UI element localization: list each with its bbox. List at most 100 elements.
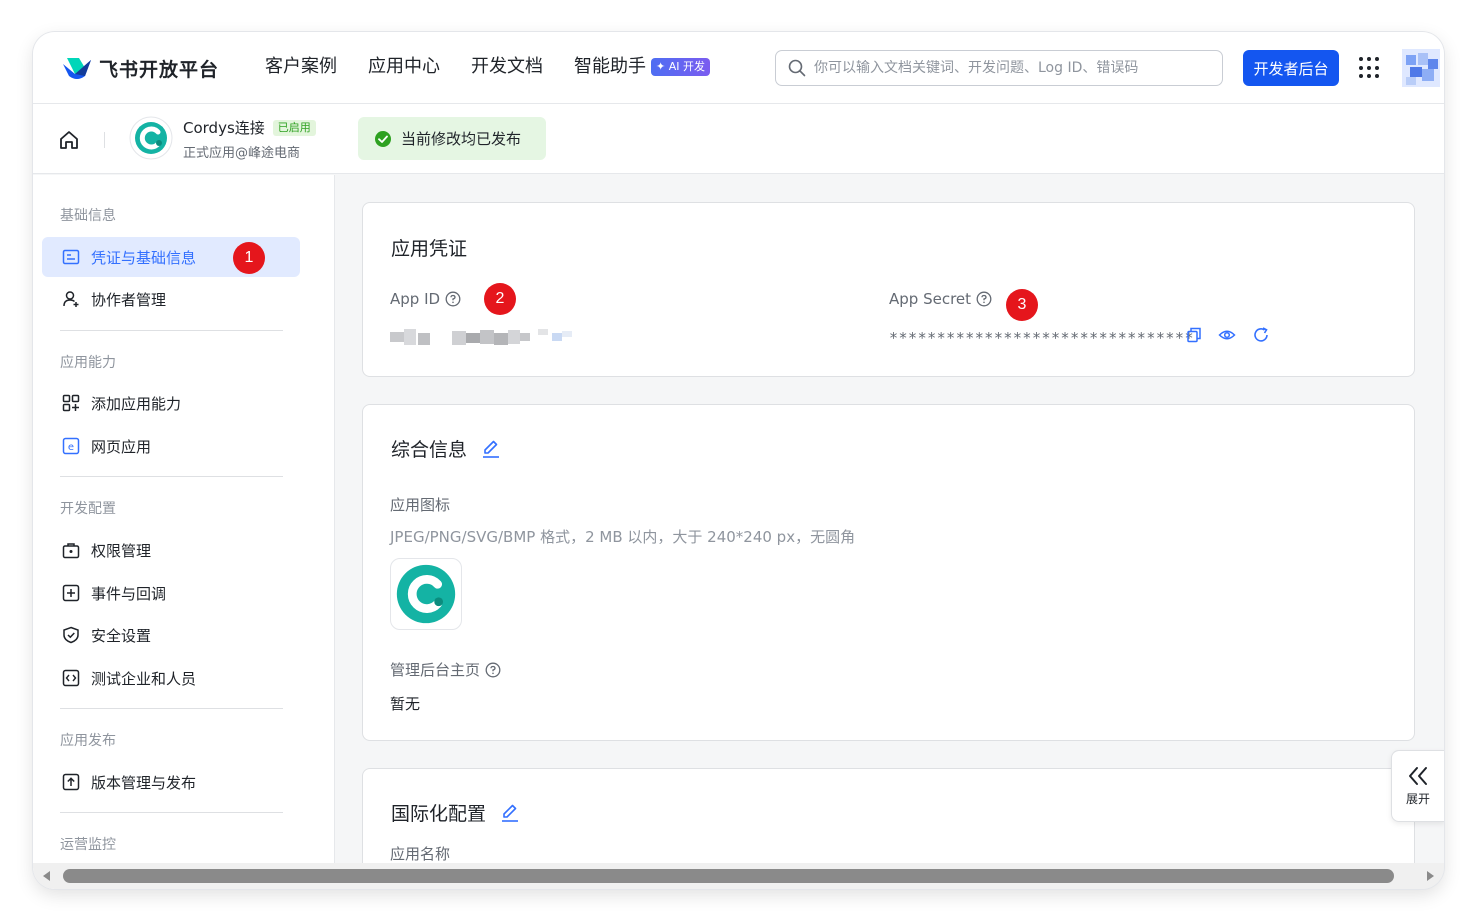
shield-icon: [61, 625, 81, 645]
status-badge: 已启用: [272, 119, 316, 136]
apps-grid-icon[interactable]: [1359, 57, 1381, 79]
nav-app-center[interactable]: 应用中心: [368, 54, 440, 80]
app-secret-label: App Secret: [889, 290, 992, 308]
credentials-title: 应用凭证: [391, 238, 468, 260]
sidebar-item-test-users[interactable]: 测试企业和人员: [42, 658, 300, 698]
app-icon-label: 应用图标: [390, 496, 451, 514]
home-icon[interactable]: [57, 128, 81, 152]
credentials-card: 应用凭证 App ID 2 App Secret 3 *************…: [362, 202, 1415, 377]
help-icon[interactable]: [976, 291, 992, 307]
event-icon: [61, 583, 81, 603]
homepage-value: 暂无: [390, 695, 421, 713]
scroll-left-arrow[interactable]: [43, 871, 50, 881]
web-app-icon: e: [61, 436, 81, 456]
top-nav: 飞书开放平台 客户案例 应用中心 开发文档 智能助手 ✦ AI 开发 开发者后台: [33, 32, 1444, 104]
ai-badge: ✦ AI 开发: [651, 58, 710, 76]
sidebar-divider: [60, 476, 283, 477]
developer-console-button[interactable]: 开发者后台: [1243, 50, 1339, 86]
app-icon-hint: JPEG/PNG/SVG/BMP 格式，2 MB 以内，大于 240*240 p…: [390, 528, 856, 546]
app-icon-preview[interactable]: [390, 558, 462, 630]
sidebar-item-label: 安全设置: [91, 626, 152, 645]
brand-name: 飞书开放平台: [99, 58, 220, 81]
sidebar-item-label: 版本管理与发布: [91, 773, 197, 792]
general-info-title: 综合信息: [391, 435, 501, 462]
horizontal-scrollbar[interactable]: [33, 863, 1444, 889]
main-nav: 客户案例 应用中心 开发文档 智能助手 ✦ AI 开发: [265, 54, 741, 80]
brand-logo[interactable]: 飞书开放平台: [61, 54, 219, 82]
sidebar-group-release: 应用发布: [60, 733, 116, 749]
sidebar-item-security[interactable]: 安全设置: [42, 615, 300, 655]
sidebar-item-label: 事件与回调: [91, 584, 167, 603]
permission-icon: [61, 540, 81, 560]
expand-panel-button[interactable]: 展开: [1391, 750, 1444, 822]
app-name-text: Cordys连接: [183, 119, 265, 137]
publish-status-banner: 当前修改均已发布: [358, 117, 546, 160]
scrollbar-thumb[interactable]: [63, 869, 1394, 883]
sidebar-item-events[interactable]: 事件与回调: [42, 573, 300, 613]
general-info-card: 综合信息 应用图标 JPEG/PNG/SVG/BMP 格式，2 MB 以内，大于…: [362, 404, 1415, 741]
double-chevron-left-icon: [1409, 766, 1427, 785]
app-secret-label-text: App Secret: [889, 290, 972, 308]
app-logo-icon: [129, 116, 173, 160]
sidebar: 基础信息 凭证与基础信息 1 协作者管理 应用能力 添加应用能力 e 网页应用 …: [33, 175, 335, 889]
annotation-badge-3: 3: [1006, 289, 1038, 321]
sidebar-item-label: 协作者管理: [91, 290, 167, 309]
homepage-label: 管理后台主页: [390, 659, 501, 680]
svg-text:e: e: [68, 442, 74, 453]
check-circle-icon: [375, 130, 391, 147]
sidebar-group-capabilities: 应用能力: [60, 355, 116, 371]
edit-icon[interactable]: [500, 803, 520, 823]
sidebar-item-label: 权限管理: [91, 541, 152, 560]
app-header: Cordys连接 已启用 正式应用@峰途电商 当前修改均已发布: [33, 104, 1444, 174]
sidebar-item-add-capability[interactable]: 添加应用能力: [42, 383, 300, 423]
app-subtitle: 正式应用@峰途电商: [183, 146, 301, 161]
search-icon: [788, 59, 806, 77]
sidebar-item-web-app[interactable]: e 网页应用: [42, 426, 300, 466]
credential-icon: [61, 247, 81, 267]
app-secret-value: ********************************: [889, 329, 1194, 347]
app-name-label: 应用名称: [390, 845, 451, 863]
sidebar-item-label: 添加应用能力: [91, 394, 182, 413]
expand-label: 展开: [1405, 791, 1430, 806]
sidebar-item-versions[interactable]: 版本管理与发布: [42, 762, 300, 802]
i18n-title: 国际化配置: [391, 799, 520, 826]
edit-icon[interactable]: [481, 439, 501, 459]
browser-window: 飞书开放平台 客户案例 应用中心 开发文档 智能助手 ✦ AI 开发 开发者后台: [33, 32, 1444, 889]
sidebar-item-permissions[interactable]: 权限管理: [42, 530, 300, 570]
help-icon[interactable]: [485, 662, 501, 678]
annotation-badge-2: 2: [484, 283, 516, 315]
homepage-label-text: 管理后台主页: [390, 661, 481, 679]
nav-dev-docs[interactable]: 开发文档: [471, 54, 543, 80]
app-id-label-text: App ID: [390, 290, 441, 308]
general-info-title-text: 综合信息: [391, 439, 468, 461]
sidebar-group-basic: 基础信息: [60, 208, 116, 224]
sidebar-item-label: 测试企业和人员: [91, 669, 197, 688]
feishu-logo-icon: [63, 58, 91, 79]
annotation-badge-1: 1: [233, 242, 265, 274]
app-name: Cordys连接 已启用: [183, 117, 316, 138]
app-id-label: App ID: [390, 290, 461, 308]
publish-status-text: 当前修改均已发布: [401, 130, 522, 148]
divider: [104, 132, 105, 148]
search-box[interactable]: [775, 50, 1223, 86]
eye-icon[interactable]: [1218, 326, 1236, 344]
sidebar-group-dev-config: 开发配置: [60, 501, 116, 517]
sidebar-divider: [60, 708, 283, 709]
scroll-right-arrow[interactable]: [1427, 871, 1434, 881]
nav-ai-assistant-label: 智能助手: [574, 56, 646, 77]
upload-icon: [61, 772, 81, 792]
avatar[interactable]: [1402, 49, 1440, 87]
i18n-title-text: 国际化配置: [391, 803, 487, 825]
refresh-icon[interactable]: [1252, 326, 1270, 344]
sidebar-item-label: 凭证与基础信息: [91, 248, 197, 267]
sidebar-divider: [60, 812, 283, 813]
help-icon[interactable]: [445, 291, 461, 307]
sidebar-group-monitoring: 运营监控: [60, 837, 116, 853]
copy-icon[interactable]: [1185, 326, 1203, 344]
sidebar-divider: [60, 330, 283, 331]
search-input[interactable]: [814, 60, 1209, 76]
nav-ai-assistant[interactable]: 智能助手 ✦ AI 开发: [574, 54, 710, 80]
sidebar-item-label: 网页应用: [91, 437, 152, 456]
sidebar-item-collaborators[interactable]: 协作者管理: [42, 279, 300, 319]
nav-customer-cases[interactable]: 客户案例: [265, 54, 337, 80]
